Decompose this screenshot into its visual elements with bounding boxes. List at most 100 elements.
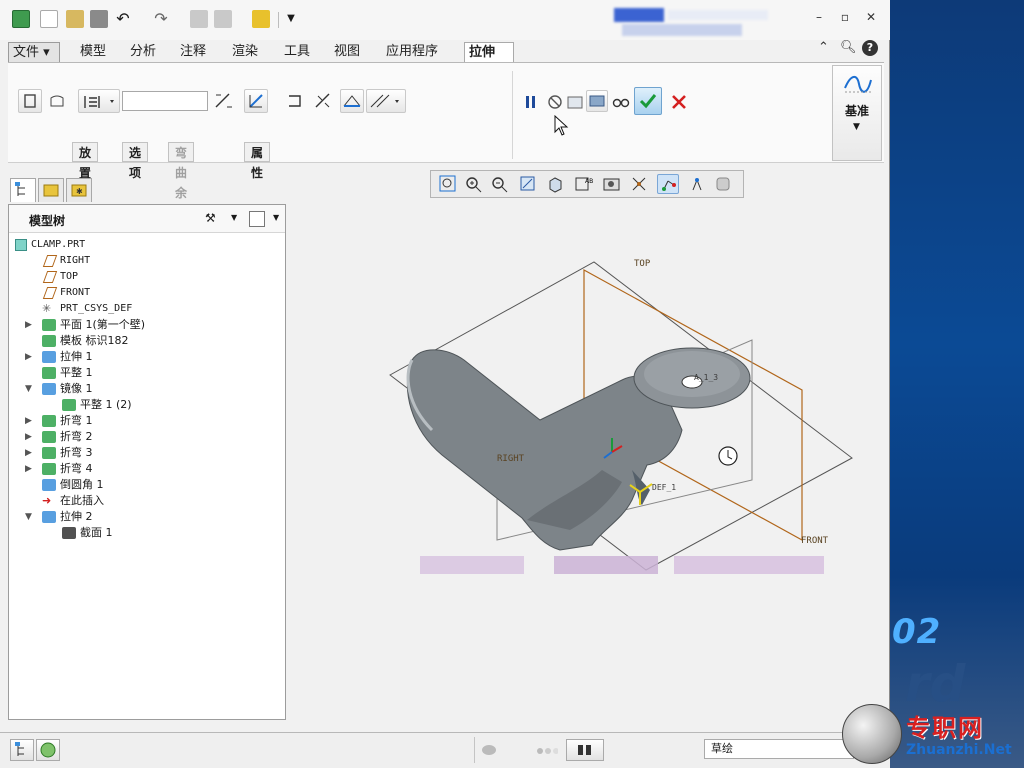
zoom-in-icon[interactable]: [463, 174, 485, 194]
subtab-bend-allowance[interactable]: 弯曲余量: [168, 142, 195, 220]
close-window-icon[interactable]: [252, 10, 270, 28]
graphics-toolbar: AB: [430, 170, 744, 198]
remove-material-icon[interactable]: [284, 90, 306, 112]
surface-icon[interactable]: [46, 90, 68, 112]
flat-icon: [42, 367, 56, 379]
background-panel: [890, 0, 1024, 768]
datum-display-icon[interactable]: [629, 174, 651, 194]
point-display-icon[interactable]: [685, 174, 707, 194]
expand-toggle-icon[interactable]: ▶: [25, 445, 35, 461]
maximize-icon[interactable]: ▫: [836, 10, 854, 26]
zoom-out-icon[interactable]: [489, 174, 511, 194]
verify-mode-icon[interactable]: [586, 90, 608, 112]
brand-cn: 专职网: [906, 713, 984, 742]
windows-icon[interactable]: [214, 10, 232, 28]
subtab-placement[interactable]: 放置: [72, 142, 99, 180]
verify-glasses-icon[interactable]: [610, 91, 632, 113]
plane-top-label: TOP: [634, 259, 651, 269]
flip-direction-icon[interactable]: [212, 90, 234, 112]
expand-toggle-icon[interactable]: ▶: [25, 461, 35, 477]
flip-side-icon[interactable]: [312, 90, 334, 112]
regenerate-icon[interactable]: [190, 10, 208, 28]
depth-option-button[interactable]: [78, 89, 120, 113]
find-icon[interactable]: [566, 739, 604, 761]
model-tree-panel: 模型树 ⚒ ▼ ▼ CLAMP.PRT RIGHT TOP FRONT ✳ PRT_CS…: [8, 204, 286, 720]
depth-input[interactable]: [122, 91, 208, 111]
part-icon: [15, 239, 27, 251]
brand-en: Zhuanzhi.Net: [906, 742, 1012, 758]
bend-icon: [42, 415, 56, 427]
favorites-tab-icon[interactable]: ✱: [66, 178, 92, 202]
soccer-ball-icon: [842, 704, 902, 764]
model-tree-tab-icon[interactable]: [10, 178, 36, 202]
confirm-button[interactable]: [634, 87, 662, 115]
cancel-icon[interactable]: [668, 91, 690, 113]
tree-item-label: 拉伸 2: [60, 510, 93, 523]
annotation-display-icon[interactable]: [713, 174, 735, 194]
tab-analysis[interactable]: 分析: [126, 42, 160, 62]
tab-annotate[interactable]: 注释: [176, 42, 210, 62]
expand-toggle-icon[interactable]: ▶: [25, 349, 35, 365]
background-number: 02: [892, 612, 942, 652]
tab-tools[interactable]: 工具: [280, 42, 314, 62]
datum-plane-icon: [42, 271, 58, 283]
no-preview-icon[interactable]: [544, 91, 566, 113]
normal-to-surface-icon[interactable]: [340, 89, 364, 113]
chevron-down-icon: ▼: [853, 122, 860, 132]
expand-toggle-icon[interactable]: ▼: [25, 509, 35, 525]
new-icon[interactable]: [40, 10, 58, 28]
settings-icon[interactable]: ⚒: [205, 211, 223, 227]
chevron-down-icon[interactable]: ▼: [273, 213, 279, 222]
template-icon: [42, 335, 56, 347]
camera-icon[interactable]: [601, 174, 623, 194]
offset-direction-button[interactable]: [366, 89, 406, 113]
blurred-watermark: [554, 556, 658, 574]
tab-extrude[interactable]: 拉伸: [464, 42, 514, 62]
display-style-icon[interactable]: AB: [573, 174, 595, 194]
close-icon[interactable]: ✕: [862, 10, 880, 26]
thicken-icon[interactable]: [244, 89, 268, 113]
folder-browser-tab-icon[interactable]: [38, 178, 64, 202]
tab-apps[interactable]: 应用程序: [382, 42, 442, 62]
expand-toggle-icon[interactable]: ▼: [25, 381, 35, 397]
bend-icon: [42, 463, 56, 475]
pause-icon[interactable]: [520, 91, 542, 113]
navigator-toggle-icon[interactable]: [10, 739, 34, 761]
datum-label: 基准: [844, 104, 869, 118]
solid-icon[interactable]: [18, 89, 42, 113]
refit-icon[interactable]: [437, 174, 459, 194]
expand-toggle-icon[interactable]: ▶: [25, 429, 35, 445]
tree-item-label: TOP: [60, 271, 79, 282]
subtab-options[interactable]: 选项: [122, 142, 149, 180]
minimize-icon[interactable]: –: [810, 10, 828, 26]
save-icon[interactable]: [90, 10, 108, 28]
app-window: ↶ ↷ ▼ – ▫ ✕ ⌃ 🔍︎ ? 文件 ▾ 模型 分析 注释 渲染 工具 视…: [0, 0, 890, 768]
tree-item-label: 平整 1 (2): [80, 398, 132, 411]
datum-button[interactable]: 基准 ▼: [832, 65, 882, 161]
csys-display-icon[interactable]: [657, 174, 679, 194]
undo-icon[interactable]: ↶: [114, 10, 132, 28]
redo-icon[interactable]: ↷: [152, 10, 170, 28]
tab-render[interactable]: 渲染: [228, 42, 262, 62]
datum-plane-icon: [42, 287, 58, 299]
tree-root-label: CLAMP.PRT: [31, 239, 86, 250]
subtab-properties[interactable]: 属性: [244, 142, 271, 180]
chevron-down-icon[interactable]: ▼: [231, 213, 237, 222]
tab-label: 文件: [13, 45, 40, 60]
round-icon: [42, 479, 56, 491]
graphics-viewport[interactable]: TOP RIGHT FRONT A_1_3 DEF_1: [292, 200, 886, 728]
repaint-icon[interactable]: [517, 174, 539, 194]
open-icon[interactable]: [66, 10, 84, 28]
tab-file[interactable]: 文件 ▾: [8, 42, 60, 62]
tab-view[interactable]: 视图: [330, 42, 364, 62]
expand-toggle-icon[interactable]: ▶: [25, 413, 35, 429]
extrude-icon: [42, 511, 56, 523]
customize-icon[interactable]: ▼: [282, 10, 300, 28]
tab-model[interactable]: 模型: [76, 42, 110, 62]
saved-views-icon[interactable]: [545, 174, 567, 194]
browser-toggle-icon[interactable]: [36, 739, 60, 761]
selection-filter[interactable]: 草绘: [704, 739, 854, 759]
preview-icon[interactable]: [564, 91, 586, 113]
show-icon[interactable]: [249, 211, 265, 227]
expand-toggle-icon[interactable]: ▶: [25, 317, 35, 333]
